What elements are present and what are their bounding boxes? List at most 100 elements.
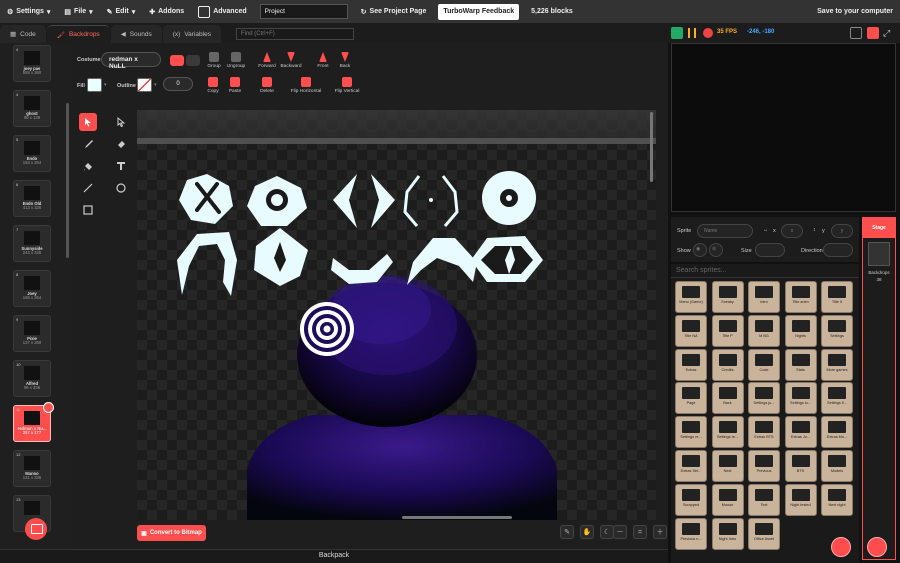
costume-item[interactable]: 4 joey pas 588 x 360 (13, 45, 51, 82)
canvas-scrollbar-vertical[interactable] (650, 112, 653, 182)
sprite-tile[interactable]: Extras (675, 348, 707, 381)
sprite-tile[interactable]: Models (821, 450, 853, 482)
sprite-tile[interactable]: Code (748, 348, 780, 381)
sprite-tile[interactable]: Stats (784, 348, 817, 381)
costume-item[interactable]: 7 Sunnyside 243 x 336 (13, 225, 51, 262)
convert-to-bitmap-button[interactable]: ▣ Convert to Bitmap (137, 525, 206, 541)
pause-icon[interactable] (688, 28, 696, 38)
stage-target-panel[interactable]: Stage Backdrops 38 (862, 217, 896, 560)
flip-vertical-button[interactable]: Flip Vertical (330, 77, 364, 94)
sprite-tile[interactable]: More games (821, 348, 853, 381)
sprite-tile[interactable]: Menu (Game) (675, 281, 707, 313)
search-sprites-input[interactable]: Search sprites... (671, 264, 859, 278)
sprite-tile[interactable]: Previous n... (675, 517, 707, 550)
sprite-tile[interactable]: Settings (821, 314, 853, 347)
sprite-tile[interactable]: Settings lo... (784, 382, 817, 415)
zoom-out-icon[interactable]: － (613, 525, 627, 539)
sprite-tile[interactable]: Next night (821, 483, 853, 516)
stop-icon[interactable] (703, 28, 713, 38)
add-sprite-button[interactable] (831, 537, 851, 557)
edit-menu[interactable]: ✎ Edit ▾ (100, 0, 143, 23)
costume-item[interactable]: 12 Manoo 131 x 336 (13, 450, 51, 487)
sprite-tile[interactable]: Next (711, 450, 744, 482)
zoom-in-icon[interactable]: ＋ (653, 525, 667, 539)
sprite-size-input[interactable] (755, 243, 785, 257)
line-tool[interactable] (79, 179, 97, 197)
sprite-tile[interactable]: M BG (748, 314, 780, 347)
sprite-tile[interactable]: Settings fl... (821, 382, 853, 415)
canvas-scrollbar-horizontal[interactable] (402, 516, 512, 519)
backward-button[interactable]: Backward (277, 52, 305, 69)
tab-variables[interactable]: (x) Variables (162, 25, 221, 43)
sprite-tile[interactable]: Title P (711, 314, 744, 347)
turbowarp-feedback-button[interactable]: TurboWarp Feedback (438, 3, 520, 20)
sprite-tile[interactable]: Settings re... (711, 416, 744, 449)
reshape-tool[interactable] (112, 113, 130, 131)
sprite-tile[interactable]: Extras Mo... (821, 416, 853, 449)
up-down-toggle[interactable] (186, 55, 200, 66)
sprite-name-input[interactable]: Name (697, 224, 753, 238)
costume-item[interactable]: 6 Endo Old 413 x 336 (13, 180, 51, 217)
moon-icon[interactable]: ☾ (600, 525, 614, 539)
chevron-down-icon[interactable]: ▾ (104, 82, 108, 96)
left-right-toggle[interactable] (170, 55, 184, 66)
delete-button[interactable]: Delete (253, 77, 281, 94)
chevron-down-icon[interactable]: ▾ (154, 82, 158, 96)
find-input[interactable]: Find (Ctrl+F) (235, 28, 354, 40)
sprite-tile[interactable]: Page (675, 382, 707, 415)
add-backdrop-button[interactable] (25, 518, 47, 540)
costume-list-scrollbar[interactable] (66, 103, 69, 258)
tab-sounds[interactable]: ◀ Sounds (110, 25, 162, 43)
sprite-tile[interactable]: Back (711, 382, 744, 415)
ungroup-button[interactable]: Ungroup (222, 52, 250, 69)
sprite-tile[interactable]: Scrapped (675, 483, 707, 516)
sprite-tile[interactable]: Previous (748, 450, 780, 482)
circle-tool[interactable] (112, 179, 130, 197)
fullscreen-icon[interactable]: ⤢ (883, 27, 895, 39)
hide-eye-icon[interactable]: ⊘ (709, 243, 723, 257)
select-tool[interactable] (79, 113, 97, 131)
sprite-tile[interactable]: Night tested (784, 483, 817, 516)
brush-tool[interactable] (79, 135, 97, 153)
delete-costume-icon[interactable] (43, 402, 54, 413)
hand-icon[interactable]: ✋ (580, 525, 594, 539)
sprite-tile[interactable]: Sneaky (711, 281, 744, 313)
file-menu[interactable]: ▤ File ▾ (57, 0, 99, 23)
save-to-computer-button[interactable]: Save to your computer (810, 0, 900, 23)
paste-button[interactable]: Paste (221, 77, 249, 94)
pen-mode-icon[interactable]: ✎ (560, 525, 574, 539)
tab-code[interactable]: ▦ Code (0, 25, 46, 43)
project-title-input[interactable] (259, 4, 348, 19)
sprite-tile[interactable]: Night Intro (711, 517, 744, 550)
sprite-tile[interactable]: Text (748, 483, 780, 516)
outline-width-input[interactable]: 0 (163, 77, 193, 91)
text-tool[interactable] (112, 157, 130, 175)
stage-canvas[interactable] (671, 43, 896, 212)
rectangle-tool[interactable] (79, 201, 97, 219)
zoom-reset-button[interactable]: = (633, 525, 647, 539)
costume-item[interactable]: 4 ghost 96 x 139 (13, 90, 51, 127)
sprite-tile[interactable]: Nights (784, 314, 817, 347)
paint-canvas[interactable] (137, 110, 656, 520)
backpack-bar[interactable]: Backpack (0, 549, 668, 563)
sprite-tile[interactable]: BTS (784, 450, 817, 482)
addons-menu[interactable]: ✚ Addons (142, 0, 191, 23)
flip-horizontal-button[interactable]: Flip Horizontal (286, 77, 326, 94)
costume-name-input[interactable]: redman x NuLL (101, 52, 161, 70)
sprite-tile[interactable]: Title 5 (821, 281, 853, 313)
sprite-tile[interactable]: Mouse (711, 483, 744, 516)
settings-menu[interactable]: ⚙ Settings ▾ (0, 0, 57, 23)
sprite-tile[interactable]: Title NA (675, 314, 707, 347)
sprite-tile[interactable]: Intro (748, 281, 780, 313)
large-stage-icon[interactable] (867, 27, 879, 39)
fill-tool[interactable] (79, 157, 97, 175)
costume-item[interactable]: 10 Alfred 96 x 336 (13, 360, 51, 397)
sprite-tile[interactable]: Extras BTS (748, 416, 780, 449)
costume-item[interactable]: 8 Joey 165 x 264 (13, 270, 51, 307)
sprite-direction-input[interactable] (823, 243, 853, 257)
sprite-tile[interactable]: Title anim (784, 281, 817, 313)
costume-item[interactable]: 11 redman x Nu... 257 x 177 (13, 402, 54, 442)
back-button[interactable]: Back (331, 52, 359, 69)
sprite-tile[interactable]: Extras Ser... (675, 450, 707, 482)
sprite-tile[interactable]: Credits (711, 348, 744, 381)
